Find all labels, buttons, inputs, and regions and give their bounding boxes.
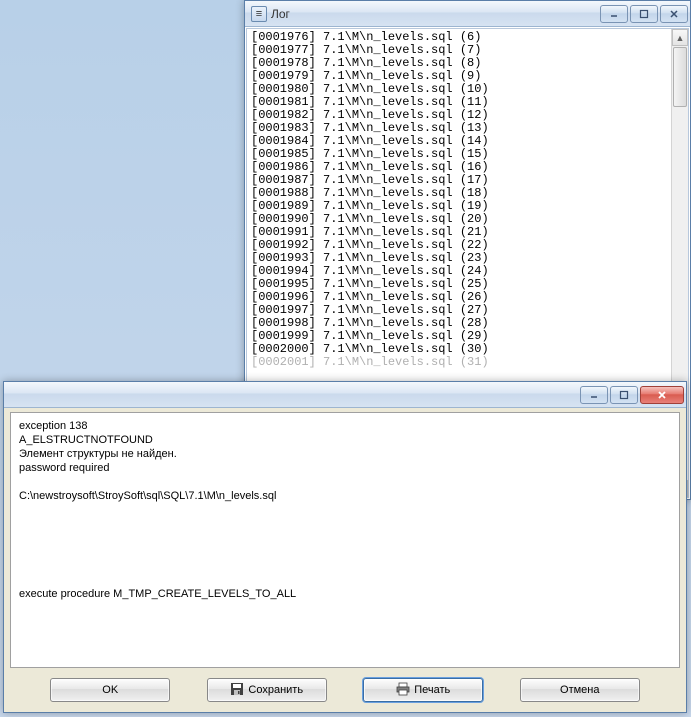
error-body-text[interactable]: exception 138 A_ELSTRUCTNOTFOUND Элемент… [10,412,680,668]
maximize-button[interactable] [630,5,658,23]
error-titlebar[interactable] [4,382,686,408]
print-button[interactable]: Печать [363,678,483,702]
ok-button-label: OK [102,684,118,696]
save-icon [230,682,244,699]
printer-icon [396,682,410,699]
log-title: Лог [271,7,600,21]
close-button[interactable] [660,5,688,23]
app-icon: ≡ [251,6,267,22]
scroll-up-button[interactable]: ▲ [672,29,688,46]
ok-button[interactable]: OK [50,678,170,702]
error-window: exception 138 A_ELSTRUCTNOTFOUND Элемент… [3,381,687,713]
cancel-button-label: Отмена [560,684,599,696]
maximize-button[interactable] [610,386,638,404]
minimize-button[interactable] [600,5,628,23]
log-titlebar[interactable]: ≡ Лог [245,1,690,27]
cancel-button[interactable]: Отмена [520,678,640,702]
scroll-thumb[interactable] [673,47,687,107]
print-button-label: Печать [414,684,450,696]
minimize-button[interactable] [580,386,608,404]
save-button[interactable]: Сохранить [207,678,327,702]
error-button-bar: OK Сохранить Печать Отмена [4,674,686,706]
log-line-faded: [0002001] 7.1\M\n_levels.sql (31) [251,356,670,369]
save-button-label: Сохранить [248,684,303,696]
close-button[interactable] [640,386,684,404]
